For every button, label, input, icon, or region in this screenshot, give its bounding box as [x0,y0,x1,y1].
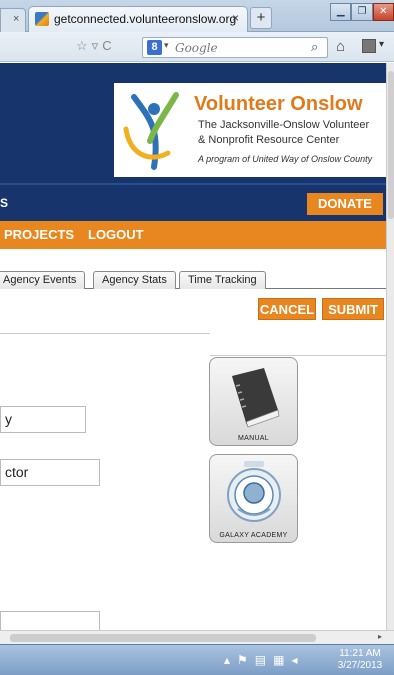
google-engine-icon[interactable]: 8 [147,40,162,55]
agency-tabs: Agency Events Agency Stats Time Tracking [0,269,386,289]
vertical-scroll-thumb[interactable] [388,71,394,219]
search-box[interactable]: 8 ▾ Google ⌕ [142,37,328,58]
logo-tagline: A program of United Way of Onslow County [198,154,373,164]
taskbar-clock[interactable]: 11:21 AM 3/27/2013 [330,648,390,672]
reload-icon[interactable]: C [102,38,111,53]
bookmark-star-icon[interactable]: ☆ [76,38,88,53]
previous-tab[interactable]: × [0,8,26,32]
donate-button[interactable]: DONATE [307,193,383,215]
url-bar-end: ☆ ▿ C [76,38,138,58]
maximize-button[interactable]: ❐ [351,3,373,21]
nav-projects-link[interactable]: PROJECTS [4,227,74,242]
minimize-button[interactable]: ▁ [330,3,352,21]
form-text-field[interactable]: ctor [0,459,100,486]
form-divider [0,333,210,334]
bookmarks-dropdown-icon[interactable]: ▾ [379,39,384,50]
tab-agency-events[interactable]: Agency Events [0,271,86,289]
active-tab[interactable]: getconnected.volunteeronslow.org × [28,6,248,32]
dropdown-icon[interactable]: ▿ [92,38,99,53]
book-icon [232,368,280,428]
galaxy-academy-button[interactable]: GALAXY ACADEMY [209,454,298,543]
clock-time: 11:21 AM [339,648,381,659]
menu-item-fragment[interactable]: S [0,196,8,210]
site-header: Volunteer Onslow The Jacksonville-Onslow… [0,63,386,183]
main-menu-bar: S DONATE [0,183,386,221]
volunteer-figure-icon [123,92,179,170]
tab-time-tracking[interactable]: Time Tracking [179,271,266,289]
sidebar-divider [210,355,386,356]
galaxy-academy-medal-icon [227,461,281,522]
galaxy-academy-label: GALAXY ACADEMY [219,532,288,539]
manual-button[interactable]: MANUAL [209,357,298,446]
manual-label: MANUAL [238,435,269,442]
browser-tab-bar: × getconnected.volunteeronslow.org × + ▁… [0,0,394,32]
bookmarks-menu-icon[interactable] [362,39,376,53]
cancel-button[interactable]: CANCEL [258,298,316,320]
tab-agency-stats[interactable]: Agency Stats [93,271,176,289]
form-text-field[interactable] [0,611,100,630]
window-controls: ▁ ❐ ✕ [330,3,394,23]
nav-logout-link[interactable]: LOGOUT [88,227,144,242]
home-icon[interactable]: ⌂ [336,38,345,55]
logo-subtitle-line1: The Jacksonville-Onslow Volunteer [198,119,370,131]
site-favicon-icon [35,12,49,26]
new-tab-button[interactable]: + [250,7,272,29]
system-tray-icons[interactable]: ▴⚑▤▦◂ [224,653,304,667]
submit-button[interactable]: SUBMIT [322,298,384,320]
windows-taskbar: ▴⚑▤▦◂ 11:21 AM 3/27/2013 [0,644,394,675]
browser-navigation-bar: ☆ ▿ C 8 ▾ Google ⌕ ⌂ ▾ [0,32,394,62]
engine-dropdown-icon[interactable]: ▾ [164,40,169,51]
page-viewport: Volunteer Onslow The Jacksonville-Onslow… [0,63,386,630]
logo-subtitle-line2: & Nonprofit Resource Center [198,134,340,146]
search-icon[interactable]: ⌕ [311,39,318,55]
tab-close-icon[interactable]: × [232,11,239,25]
search-placeholder: Google [175,41,218,55]
tab-title: getconnected.volunteeronslow.org [54,12,237,26]
horizontal-scrollbar[interactable]: ▸ [0,630,394,644]
clock-date: 3/27/2013 [337,660,383,671]
close-icon[interactable]: × [13,13,19,25]
scroll-right-icon[interactable]: ▸ [378,632,382,641]
logo-title: Volunteer Onslow [194,93,363,115]
user-nav-bar: PROJECTS LOGOUT [0,221,386,249]
form-text-field[interactable]: y [0,406,86,433]
horizontal-scroll-thumb[interactable] [10,634,316,642]
site-logo[interactable]: Volunteer Onslow The Jacksonville-Onslow… [114,83,386,177]
vertical-scrollbar[interactable] [386,63,394,630]
close-window-button[interactable]: ✕ [372,3,394,21]
